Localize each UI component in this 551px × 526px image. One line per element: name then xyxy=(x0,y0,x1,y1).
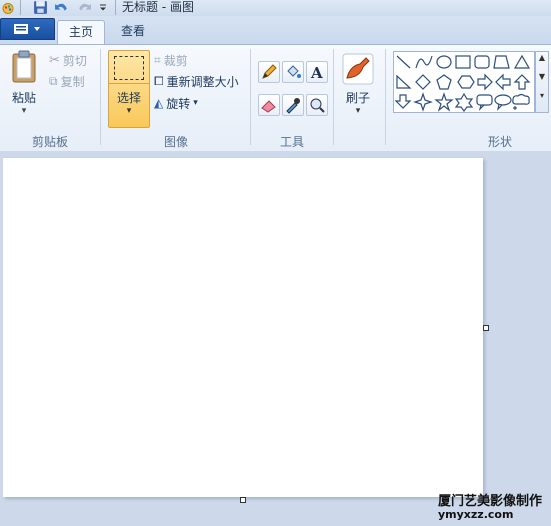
copy-label: 复制 xyxy=(60,74,85,89)
cut-button[interactable]: ✂ 剪切 xyxy=(49,51,87,69)
chevron-down-icon: ▾ xyxy=(193,98,198,108)
clipboard-icon xyxy=(12,50,36,83)
rounded-rectangle-icon[interactable] xyxy=(474,55,490,69)
resize-handle-bottom[interactable] xyxy=(240,497,246,503)
watermark-text: 厦门艺美影像制作 xyxy=(438,494,543,509)
save-icon[interactable] xyxy=(33,0,48,15)
chevron-down-icon: ▾ xyxy=(126,106,132,116)
up-arrow-icon[interactable] xyxy=(513,74,531,90)
resize-label: 重新调整大小 xyxy=(166,74,239,89)
crop-button[interactable]: ⌗ 裁剪 xyxy=(154,51,188,69)
chevron-down-icon: ▾ xyxy=(21,106,27,116)
rectangle-icon[interactable] xyxy=(455,55,471,69)
redo-icon[interactable] xyxy=(77,0,92,15)
group-separator xyxy=(100,49,101,145)
divider xyxy=(109,83,149,84)
resize-button[interactable]: ⧠ 重新调整大小 xyxy=(154,72,239,90)
four-point-star-icon[interactable] xyxy=(413,92,433,112)
app-icon xyxy=(2,3,14,14)
window-title: 无标题 - 画图 xyxy=(122,0,194,14)
rotate-icon: ◭ xyxy=(154,96,164,110)
curve-icon[interactable] xyxy=(415,55,433,69)
separator xyxy=(20,0,21,15)
file-menu-icon xyxy=(14,24,40,34)
text-icon[interactable]: A xyxy=(306,61,328,83)
line-icon[interactable] xyxy=(396,55,411,69)
rotate-button[interactable]: ◭ 旋转 ▾ xyxy=(154,94,198,112)
diamond-icon[interactable] xyxy=(415,74,431,90)
separator xyxy=(115,0,116,15)
select-label: 选择 xyxy=(116,91,141,105)
eraser-icon[interactable] xyxy=(258,94,280,116)
scroll-up-icon[interactable]: ▲ xyxy=(536,52,548,64)
cloud-callout-icon[interactable] xyxy=(512,93,530,110)
group-label-image: 图像 xyxy=(164,135,189,149)
undo-icon[interactable] xyxy=(54,0,69,15)
tab-home[interactable]: 主页 xyxy=(57,20,105,45)
paste-label: 粘贴 xyxy=(11,91,36,105)
select-button[interactable]: 选择 ▾ xyxy=(108,50,150,128)
rotate-label: 旋转 xyxy=(166,96,191,111)
brush-icon xyxy=(342,53,374,85)
expand-gallery-icon[interactable]: ▾ xyxy=(536,90,548,102)
group-separator xyxy=(333,49,334,145)
svg-text:A: A xyxy=(310,64,323,82)
group-label-clipboard: 剪贴板 xyxy=(32,135,69,149)
polygon-icon[interactable] xyxy=(493,55,510,69)
right-arrow-icon[interactable] xyxy=(477,73,493,91)
five-point-star-icon[interactable] xyxy=(434,92,454,112)
crop-icon: ⌗ xyxy=(154,52,161,67)
resize-icon: ⧠ xyxy=(154,73,164,88)
paste-button[interactable]: 粘贴 ▾ xyxy=(5,50,43,120)
left-arrow-icon[interactable] xyxy=(495,73,511,91)
rounded-callout-icon[interactable] xyxy=(476,94,493,111)
scissors-icon: ✂ xyxy=(49,52,60,68)
chevron-down-icon: ▾ xyxy=(355,106,361,116)
oval-callout-icon[interactable] xyxy=(494,94,512,111)
shapes-gallery xyxy=(393,51,535,113)
group-separator xyxy=(385,49,386,145)
scroll-down-icon[interactable]: ▼ xyxy=(536,64,548,90)
cut-label: 剪切 xyxy=(62,53,87,68)
hexagon-icon[interactable] xyxy=(457,75,475,89)
copy-icon: ⧉ xyxy=(49,73,58,88)
title-bar: 无标题 - 画图 xyxy=(0,0,551,16)
brushes-button[interactable]: 刷子 ▾ xyxy=(340,52,376,122)
right-triangle-icon[interactable] xyxy=(396,74,412,89)
brushes-label: 刷子 xyxy=(345,91,370,105)
resize-handle-right[interactable] xyxy=(483,325,489,331)
pencil-icon[interactable] xyxy=(258,61,280,83)
copy-button[interactable]: ⧉ 复制 xyxy=(49,72,85,90)
color-picker-icon[interactable] xyxy=(282,94,304,116)
selection-icon xyxy=(114,56,144,80)
oval-icon[interactable] xyxy=(436,55,452,69)
group-label-shapes: 形状 xyxy=(488,135,513,149)
magnifier-icon[interactable] xyxy=(306,94,328,116)
drawing-canvas[interactable] xyxy=(3,158,483,497)
down-arrow-icon[interactable] xyxy=(394,94,412,109)
watermark-url: ymyxzz.com xyxy=(438,508,514,521)
group-separator xyxy=(250,49,251,145)
tab-view[interactable]: 查看 xyxy=(112,20,154,44)
pentagon-icon[interactable] xyxy=(436,74,452,90)
fill-icon[interactable] xyxy=(282,61,304,83)
customize-quick-access-icon[interactable] xyxy=(98,0,108,15)
group-label-tools: 工具 xyxy=(280,135,305,149)
file-menu-button[interactable] xyxy=(0,18,55,40)
triangle-icon[interactable] xyxy=(513,54,531,69)
crop-label: 裁剪 xyxy=(163,53,188,68)
six-point-star-icon[interactable] xyxy=(454,92,474,112)
shapes-gallery-scroll[interactable]: ▲ ▼ ▾ xyxy=(535,51,549,113)
